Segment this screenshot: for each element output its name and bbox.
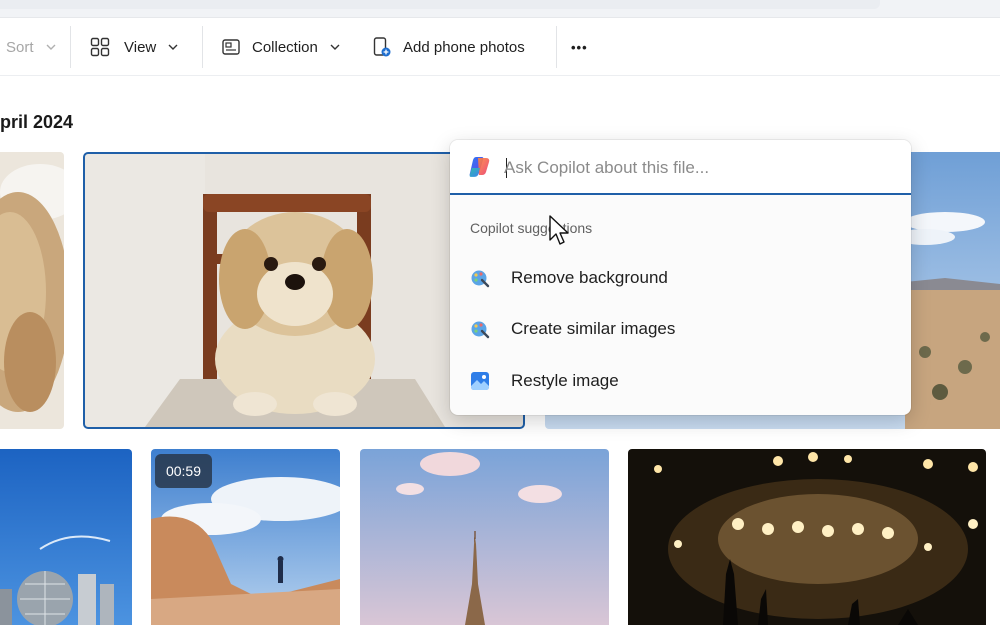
collection-icon: [222, 39, 240, 55]
suggestion-label: Remove background: [511, 268, 668, 287]
image-icon: [471, 372, 489, 390]
video-duration-badge: 00:59: [155, 454, 212, 488]
title-bar-strip: [0, 0, 1000, 18]
chevron-down-icon: [330, 44, 340, 50]
paint-brush-icon: [471, 270, 490, 288]
copilot-ask-input[interactable]: [504, 153, 884, 183]
copilot-input-bar: [450, 140, 911, 195]
photo-thumbnail-concert[interactable]: [628, 449, 986, 625]
add-phone-photos-button[interactable]: Add phone photos: [373, 18, 525, 76]
toolbar: Sort View Collection Add phone photos ••…: [0, 18, 1000, 76]
view-button[interactable]: View: [90, 18, 178, 76]
mouse-pointer-icon: [549, 215, 569, 245]
collection-button[interactable]: Collection: [222, 18, 340, 76]
copilot-popup: Copilot suggestions Remove background Cr…: [450, 140, 911, 415]
collection-label: Collection: [252, 38, 318, 56]
paint-brush-icon: [471, 321, 490, 339]
sort-button[interactable]: Sort: [6, 18, 56, 76]
suggestion-create-similar-images[interactable]: Create similar images: [450, 306, 911, 352]
toolbar-separator: [70, 26, 71, 68]
view-grid-icon: [90, 37, 110, 57]
suggestion-label: Create similar images: [511, 319, 676, 338]
suggestion-remove-background[interactable]: Remove background: [450, 255, 911, 301]
phone-icon: [373, 37, 391, 57]
photo-thumbnail-city-dome[interactable]: [0, 449, 132, 625]
date-group-header: pril 2024: [0, 112, 74, 132]
chevron-down-icon: [168, 44, 178, 50]
sort-label: Sort: [6, 38, 34, 56]
suggestion-restyle-image[interactable]: Restyle image: [450, 358, 911, 404]
more-options-icon: •••: [571, 39, 588, 55]
copilot-suggestions-title: Copilot suggestions: [470, 220, 593, 236]
suggestion-label: Restyle image: [511, 371, 619, 390]
address-strip: [0, 0, 880, 9]
chevron-down-icon: [46, 44, 56, 50]
toolbar-separator: [556, 26, 557, 68]
view-label: View: [124, 38, 157, 56]
photo-thumbnail-dog-closeup[interactable]: [0, 152, 64, 429]
copilot-logo-icon: [469, 157, 490, 177]
toolbar-separator: [202, 26, 203, 68]
more-options-button[interactable]: •••: [571, 18, 588, 76]
photo-thumbnail-eiffel-tower[interactable]: [360, 449, 609, 625]
add-phone-photos-label: Add phone photos: [403, 38, 525, 56]
